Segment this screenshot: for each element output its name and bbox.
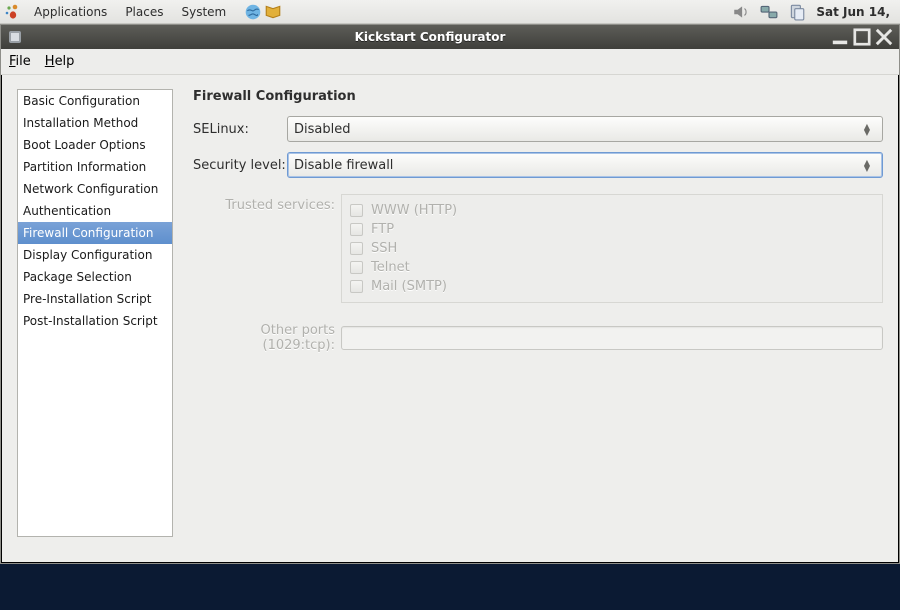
window-title: Kickstart Configurator	[29, 30, 831, 44]
menu-file[interactable]: File	[9, 54, 31, 69]
sidebar-item[interactable]: Package Selection	[18, 266, 172, 288]
trusted-service: WWW (HTTP)	[350, 201, 874, 220]
globe-icon[interactable]	[244, 3, 262, 21]
menu-help[interactable]: Help	[45, 54, 75, 69]
trusted-service: Mail (SMTP)	[350, 277, 874, 296]
close-button[interactable]	[875, 29, 893, 45]
sidebar-item[interactable]: Boot Loader Options	[18, 134, 172, 156]
bottom-panel	[0, 564, 900, 610]
sidebar: Basic ConfigurationInstallation MethodBo…	[17, 89, 173, 537]
sidebar-item[interactable]: Network Configuration	[18, 178, 172, 200]
sidebar-item[interactable]: Partition Information	[18, 156, 172, 178]
panel-menu-system[interactable]: System	[173, 3, 234, 21]
sidebar-item[interactable]: Firewall Configuration	[18, 222, 172, 244]
network-icon[interactable]	[760, 3, 778, 21]
service-label: FTP	[371, 222, 394, 237]
selinux-combo[interactable]: Disabled ▲▼	[287, 116, 883, 142]
security-level-label: Security level:	[193, 158, 287, 173]
sidebar-item[interactable]: Authentication	[18, 200, 172, 222]
gnome-foot-icon	[4, 4, 20, 20]
selinux-value: Disabled	[294, 122, 350, 137]
titlebar: Kickstart Configurator	[1, 25, 899, 49]
other-ports-label: Other ports (1029:tcp):	[193, 323, 341, 353]
app-window: Kickstart Configurator File Help Basic C…	[0, 24, 900, 564]
trusted-service: SSH	[350, 239, 874, 258]
book-icon[interactable]	[264, 3, 282, 21]
chevron-updown-icon: ▲▼	[858, 124, 876, 135]
service-label: SSH	[371, 241, 397, 256]
trusted-service: FTP	[350, 220, 874, 239]
security-level-value: Disable firewall	[294, 158, 393, 173]
sidebar-item[interactable]: Display Configuration	[18, 244, 172, 266]
chevron-updown-icon: ▲▼	[858, 160, 876, 171]
trusted-services-box: WWW (HTTP) FTP SSH Telnet Mail (SMTP)	[341, 194, 883, 303]
trusted-service: Telnet	[350, 258, 874, 277]
volume-icon[interactable]	[732, 3, 750, 21]
security-level-combo[interactable]: Disable firewall ▲▼	[287, 152, 883, 178]
menubar: File Help	[1, 49, 899, 75]
sidebar-item[interactable]: Installation Method	[18, 112, 172, 134]
clipboard-icon[interactable]	[788, 3, 806, 21]
checkbox	[350, 280, 363, 293]
checkbox	[350, 242, 363, 255]
other-ports-input	[341, 326, 883, 350]
top-panel: Applications Places System Sat Jun 14,	[0, 0, 900, 24]
panel-clock[interactable]: Sat Jun 14,	[816, 5, 890, 19]
checkbox	[350, 204, 363, 217]
selinux-label: SELinux:	[193, 122, 287, 137]
sidebar-item[interactable]: Pre-Installation Script	[18, 288, 172, 310]
main-pane: Firewall Configuration SELinux: Disabled…	[193, 89, 883, 549]
trusted-services-label: Trusted services:	[193, 194, 341, 213]
checkbox	[350, 223, 363, 236]
service-label: Telnet	[371, 260, 410, 275]
service-label: WWW (HTTP)	[371, 203, 457, 218]
app-icon	[7, 29, 23, 45]
sidebar-item[interactable]: Basic Configuration	[18, 90, 172, 112]
page-title: Firewall Configuration	[193, 89, 883, 104]
sidebar-item[interactable]: Post-Installation Script	[18, 310, 172, 332]
service-label: Mail (SMTP)	[371, 279, 447, 294]
panel-menu-places[interactable]: Places	[117, 3, 171, 21]
panel-menu-applications[interactable]: Applications	[26, 3, 115, 21]
minimize-button[interactable]	[831, 29, 849, 45]
maximize-button[interactable]	[853, 29, 871, 45]
checkbox	[350, 261, 363, 274]
